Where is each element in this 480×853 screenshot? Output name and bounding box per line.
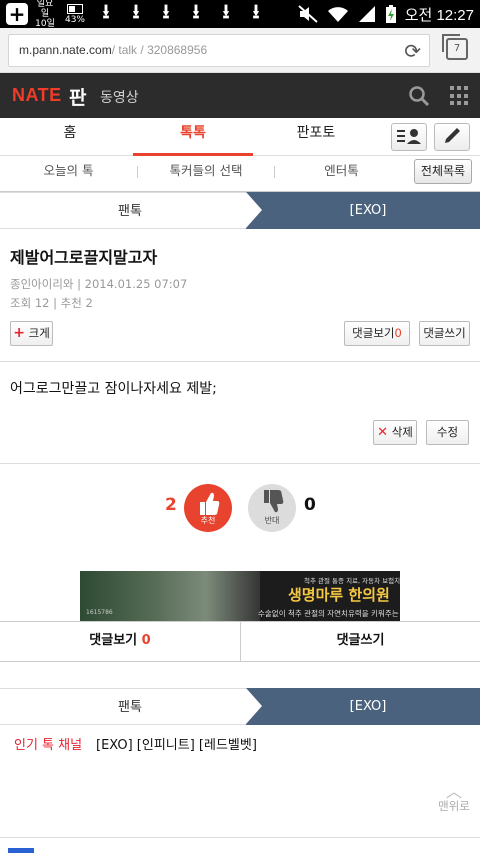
breadcrumb-channel[interactable]: [EXO] [246,192,480,229]
divider [0,463,480,464]
comment-count: 0 [394,326,402,340]
my-list-button[interactable] [391,123,427,151]
reload-icon[interactable]: ⟳ [404,39,421,63]
subtab-enter-talk[interactable]: 엔터톡 [275,156,408,188]
breadcrumb-arrow [246,688,262,724]
popular-channel-links[interactable]: [EXO] [인피니트] [레드벨벳] [96,734,257,753]
write-comment-button[interactable]: 댓글쓰기 [419,321,470,346]
nate-logo[interactable]: NATE [12,85,62,106]
download-icon: ⭳ [162,0,170,23]
tab-pann-photo[interactable]: 판포토 [256,118,376,156]
oppose-button[interactable]: 반대 [248,484,296,532]
close-icon: ✕ [377,425,389,440]
url-field[interactable]: m.pann.nate.com/ talk / 320868956 ⟳ [8,34,430,67]
popular-channels: 인기 톡 채널 [EXO] [인피니트] [레드벨벳] [0,725,480,760]
search-icon[interactable] [408,85,430,107]
download-icon: ⭳ [252,0,260,23]
breadcrumb-fantalk[interactable]: 팬톡 [0,688,260,725]
breadcrumb-channel[interactable]: [EXO] [246,688,480,725]
recommend-button[interactable]: 추천 [184,484,232,532]
browser-toolbar: m.pann.nate.com/ talk / 320868956 ⟳ 7 [0,28,480,73]
chevron-up-icon: ︿ [445,782,462,801]
write-button[interactable] [434,123,470,151]
video-link[interactable]: 동영상 [100,87,139,107]
subtab-talkers-choice[interactable]: 톡커들의 선택 [138,156,274,188]
tab-switcher-button[interactable]: 7 [442,34,468,60]
tab-talk[interactable]: 톡톡 [133,118,253,156]
wifi-icon [327,7,348,22]
signal-icon [358,6,375,22]
post-title: 제발어그로끌지말고자 [10,248,158,267]
pann-logo[interactable]: 판 [69,83,86,110]
plus-icon: + [13,325,25,341]
menu-grid-icon[interactable] [450,86,470,106]
comment-actions: 댓글보기 0 댓글쓰기 [0,621,480,662]
oppose-count: 0 [304,495,316,515]
download-icon: ⭳ [102,0,110,23]
sub-tabs: 오늘의 톡 톡커들의 선택 엔터톡 전체목록 [0,156,480,192]
scroll-to-top-button[interactable]: ︿ 맨위로 [436,782,472,814]
comment-count: 0 [141,633,151,648]
download-icon: ⭳ [222,0,230,23]
status-bar: + 일요일 10일 43% ⭳ ⭳ ⭳ ⭳ ⭳ ⭳ 오전 12:27 [0,0,480,29]
channel-breadcrumb-bottom: 팬톡 [EXO] [0,688,480,725]
plus-notification-icon: + [6,3,28,25]
date-indicator: 일요일 10일 [35,0,55,29]
footer-logo [8,848,34,853]
url-path: / talk / 320868956 [111,43,208,57]
all-list-button[interactable]: 전체목록 [414,159,472,184]
site-header: NATE 판 동영상 [0,73,480,118]
ad-banner[interactable]: 1615786 척추 관절 통증 치료, 자동차 보험치료 생명마루 한의원 수… [80,571,400,621]
ad-title: 생명마루 한의원 [288,586,390,604]
enlarge-text-button[interactable]: + 크게 [10,321,53,346]
post-stats: 조회 12 | 추천 2 [10,296,93,310]
delete-button[interactable]: ✕ 삭제 [373,420,417,445]
subtab-today-talk[interactable]: 오늘의 톡 [0,156,137,188]
post-author-date: 종인아이리와 | 2014.01.25 07:07 [10,277,188,291]
divider [0,361,480,362]
write-comment-bottom-button[interactable]: 댓글쓰기 [241,622,480,662]
tab-home[interactable]: 홈 [10,118,130,156]
breadcrumb-fantalk[interactable]: 팬톡 [0,192,260,229]
thumbs-down-icon [264,490,284,513]
download-icon: ⭳ [132,0,140,23]
footer-divider [0,837,480,838]
battery-charging-icon [385,5,396,23]
tab-count: 7 [453,43,461,54]
view-comments-bottom-button[interactable]: 댓글보기 0 [0,622,240,662]
popular-channels-title: 인기 톡 채널 [14,738,83,753]
edit-button[interactable]: 수정 [426,420,469,445]
breadcrumb-arrow [246,192,262,228]
recommend-count: 2 [165,495,177,515]
clock: 오전 12:27 [404,6,474,24]
battery-percent-indicator: 43% [62,3,88,25]
main-tabs: 홈 톡톡 판포토 [0,118,480,156]
download-icon: ⭳ [192,0,200,23]
url-domain: m.pann.nate.com [19,43,112,57]
user-list-icon [397,129,421,144]
post-body: 어그로그만끌고 잠이나자세요 제발; [10,381,217,397]
channel-breadcrumb: 팬톡 [EXO] [0,192,480,229]
ad-phone: 1615786 [86,609,113,616]
view-comments-button[interactable]: 댓글보기0 [344,321,410,346]
pencil-icon [445,128,460,143]
mute-icon [298,5,318,23]
ad-caption: 수술없이 척추 관절의 자연치유력을 키워주는 치료 [258,609,400,618]
